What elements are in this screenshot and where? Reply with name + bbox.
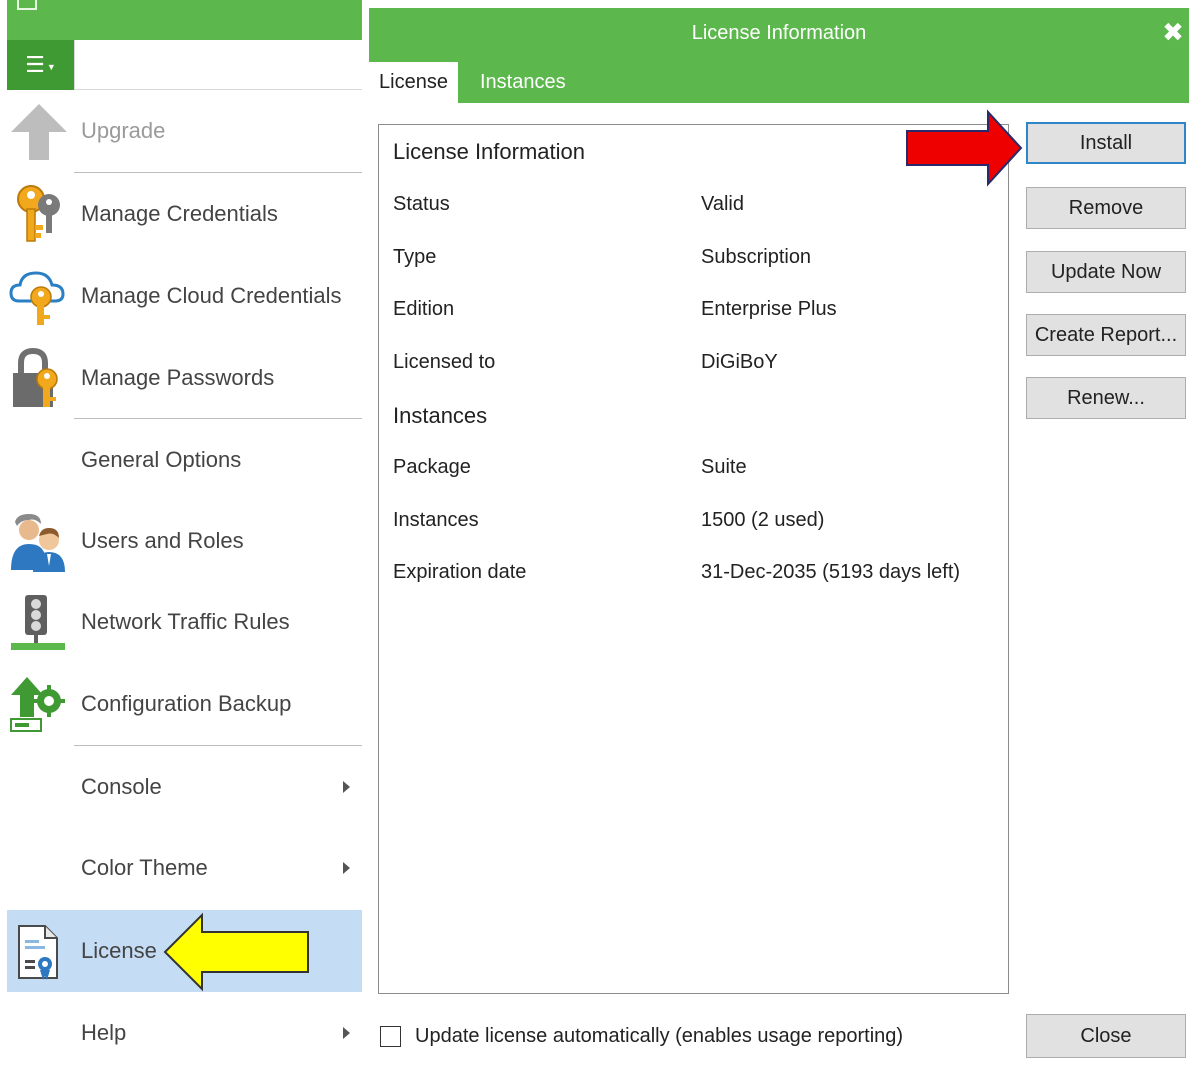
menu-item-configuration-backup[interactable]: Configuration Backup (7, 663, 362, 745)
license-info-heading: License Information (393, 139, 585, 164)
main-menu: ☰ ▼ Upgrade Manage Credentials Manage Cl… (7, 0, 362, 1066)
auto-update-label: Update license automatically (enables us… (415, 1024, 904, 1047)
package-value: Suite (701, 456, 747, 478)
create-report-button[interactable]: Create Report... (1026, 314, 1186, 356)
menu-item-console[interactable]: Console (7, 746, 362, 828)
expiration-date-key: Expiration date (393, 561, 527, 583)
install-button[interactable]: Install (1026, 122, 1186, 164)
traffic-light-icon (11, 595, 65, 650)
menu-item-label: General Options (81, 447, 242, 472)
renew-button[interactable]: Renew... (1026, 377, 1186, 419)
menu-item-manage-credentials[interactable]: Manage Credentials (7, 173, 362, 255)
status-key: Status (393, 193, 450, 215)
auto-update-checkbox[interactable] (380, 1025, 401, 1047)
auto-update-option: Update license automatically (enables us… (380, 1021, 903, 1051)
menu-item-label: Console (81, 774, 162, 799)
submenu-arrow-icon (343, 1027, 350, 1039)
upgrade-arrow-icon (11, 104, 67, 160)
yellow-annotation-arrow-icon (163, 912, 309, 992)
submenu-arrow-icon (343, 862, 350, 874)
window-icon (17, 0, 37, 10)
licensed-to-key: Licensed to (393, 351, 496, 373)
red-annotation-arrow-icon (906, 109, 1023, 187)
config-backup-icon (10, 677, 65, 732)
key-icon (17, 185, 60, 242)
instances-key: Instances (393, 509, 479, 531)
package-key: Package (393, 456, 471, 478)
edition-value: Enterprise Plus (701, 298, 837, 320)
license-information-dialog: License Information ✖ License Instances … (369, 8, 1189, 1066)
menu-title-bar (7, 0, 362, 40)
menu-item-manage-passwords[interactable]: Manage Passwords (7, 337, 362, 419)
expiration-date-value: 31-Dec-2035 (5193 days left) (701, 561, 961, 583)
menu-item-label: Help (81, 1020, 127, 1045)
remove-button[interactable]: Remove (1026, 187, 1186, 229)
menu-item-network-traffic-rules[interactable]: Network Traffic Rules (7, 581, 362, 663)
menu-item-label: Network Traffic Rules (81, 609, 290, 634)
type-value: Subscription (701, 246, 812, 268)
license-info-panel: License Information Status Valid Type Su… (378, 124, 1009, 994)
menu-item-label: Manage Passwords (81, 365, 275, 390)
menu-item-label: Upgrade (81, 118, 166, 143)
menu-item-help[interactable]: Help (7, 992, 362, 1066)
menu-item-users-and-roles[interactable]: Users and Roles (7, 500, 362, 582)
users-icon (11, 514, 65, 572)
menu-header-strip (74, 40, 362, 90)
menu-item-manage-cloud-credentials[interactable]: Manage Cloud Credentials (7, 255, 362, 337)
dialog-tab-bar: License Instances (369, 56, 1189, 103)
main-menu-button[interactable]: ☰ ▼ (7, 40, 74, 90)
edition-key: Edition (393, 298, 455, 320)
dialog-title: License Information (369, 8, 1189, 56)
status-value: Valid (701, 193, 744, 215)
licensed-to-value: DiGiBoY (701, 351, 778, 373)
menu-item-label: Manage Credentials (81, 201, 278, 226)
cloud-key-icon (9, 271, 65, 325)
hamburger-icon: ☰ (25, 52, 45, 77)
tab-license[interactable]: License (369, 62, 458, 103)
menu-item-color-theme[interactable]: Color Theme (7, 827, 362, 909)
menu-item-upgrade[interactable]: Upgrade (7, 90, 362, 172)
menu-item-label: License (81, 938, 157, 963)
menu-item-label: Manage Cloud Credentials (81, 283, 342, 308)
menu-item-label: Color Theme (81, 855, 208, 880)
menu-item-label: Configuration Backup (81, 691, 292, 716)
lock-key-icon (13, 347, 58, 407)
update-now-button[interactable]: Update Now (1026, 251, 1186, 293)
type-key: Type (393, 246, 437, 268)
close-icon[interactable]: ✖ (1159, 17, 1187, 47)
instances-heading: Instances (393, 403, 488, 428)
license-certificate-icon (18, 925, 58, 980)
close-button[interactable]: Close (1026, 1014, 1186, 1058)
submenu-arrow-icon (343, 781, 350, 793)
menu-item-label: Users and Roles (81, 528, 244, 553)
dropdown-caret-icon: ▼ (46, 62, 56, 72)
menu-item-general-options[interactable]: General Options (7, 419, 362, 501)
instances-value: 1500 (2 used) (701, 509, 825, 531)
tab-instances[interactable]: Instances (470, 62, 576, 103)
